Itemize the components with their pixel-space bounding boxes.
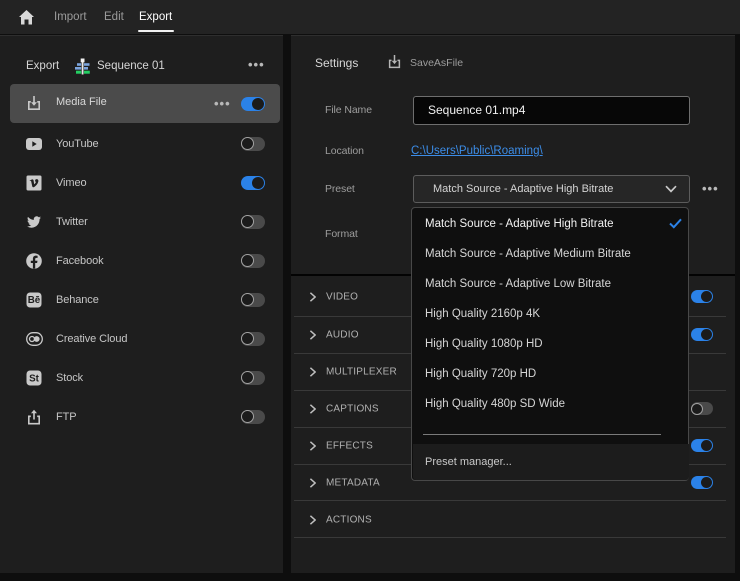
svg-text:St: St <box>29 373 40 384</box>
svg-text:Bē: Bē <box>28 295 41 306</box>
